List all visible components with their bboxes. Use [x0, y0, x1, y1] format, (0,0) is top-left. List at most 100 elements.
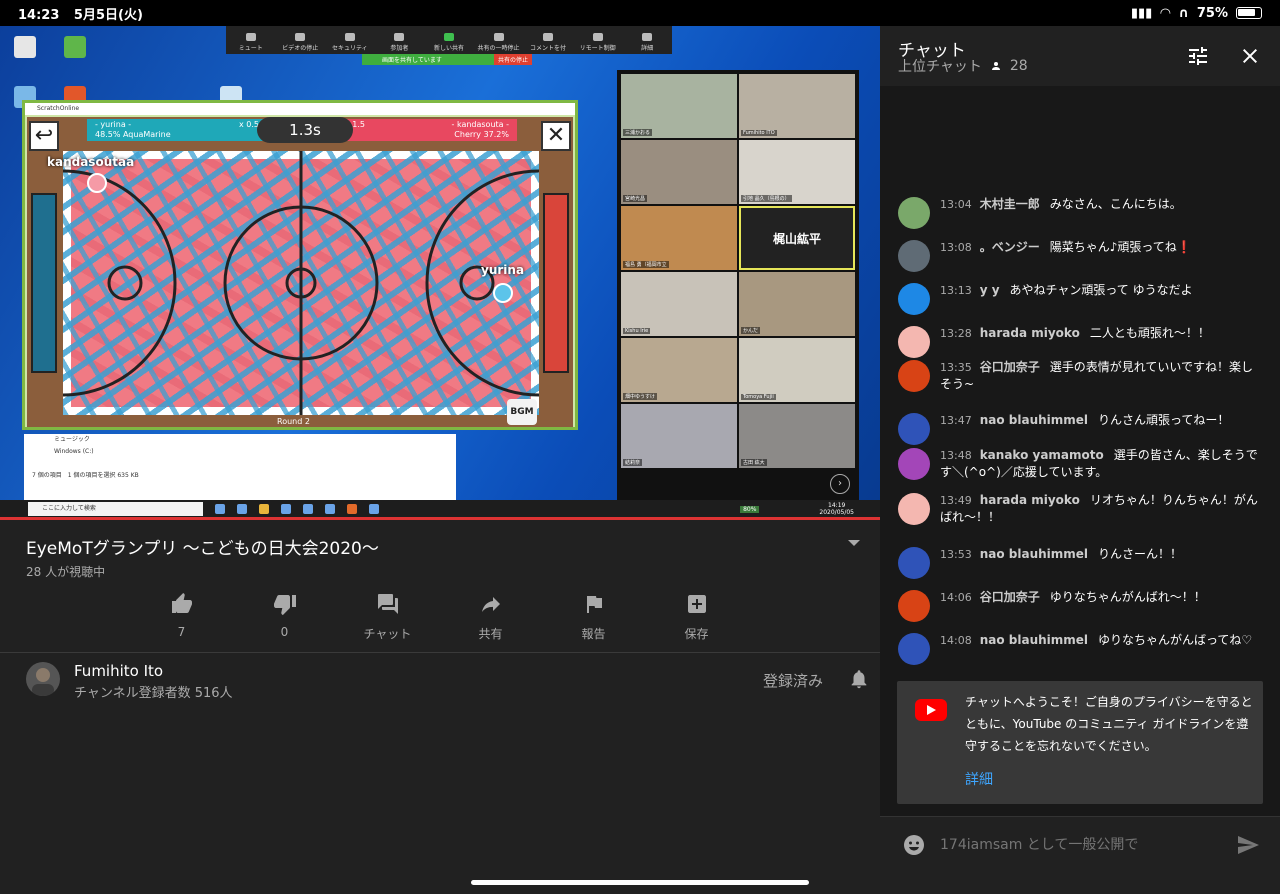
chat-message[interactable]: 13:04 木村圭一郎 みなさん、こんにちは。 — [880, 196, 1280, 229]
chat-message[interactable]: 13:47 nao blauhimmel りんさん頑張ってねー！ — [880, 412, 1280, 445]
task-view-icon[interactable] — [215, 504, 225, 514]
chat-message[interactable]: 13:35 谷口加奈子 選手の表情が見れていいですね！楽しそう~ — [880, 359, 1280, 393]
chat-label: チャット — [363, 627, 412, 641]
zoom-new-share-button[interactable]: 新しい共有 — [427, 33, 471, 52]
chat-message[interactable]: 13:48 kanako yamamoto 選手の皆さん、楽しそうです＼(^o^)／… — [880, 447, 1280, 481]
chat-mode-label: 上位チャット — [898, 59, 982, 75]
like-button[interactable]: 7 — [130, 592, 233, 642]
chat-text: 陽菜ちゃん♪頑張ってね❗ — [1049, 240, 1192, 254]
chat-input[interactable] — [940, 833, 1210, 857]
air-hockey-game[interactable]: ↩ ✕ - yurina - x 0.5 48.5% AquaMarine x 1… — [27, 117, 573, 427]
dislike-button[interactable]: 0 — [233, 592, 336, 642]
save-label: 保存 — [684, 627, 709, 641]
chat-avatar — [898, 493, 930, 525]
chat-message[interactable]: 13:28 harada miyoko 二人とも頑張れ〜！！ — [880, 325, 1280, 358]
status-right: ▮▮▮ ◠ ∩ 75% — [1131, 6, 1262, 21]
gallery-tile[interactable]: Kishu Irie — [621, 272, 737, 336]
gallery-tile[interactable]: 福島 勇（福岡市立 — [621, 206, 737, 270]
chat-button[interactable]: チャット — [336, 592, 439, 642]
save-button[interactable]: 保存 — [645, 592, 748, 642]
round-label: Round 2 — [277, 417, 310, 426]
chat-header: チャット 上位チャット 28 — [880, 26, 1280, 86]
taskbar-app-icon[interactable] — [303, 504, 313, 514]
zoom-more-button[interactable]: 詳細 — [625, 33, 669, 52]
zoom-participants-button[interactable]: 参加者 — [377, 33, 421, 52]
left-goal-meter — [31, 193, 57, 373]
taskbar-app-icon[interactable] — [347, 504, 357, 514]
chat-message[interactable]: 13:13 y y あやねチャン頑張って ゆうなだよ — [880, 282, 1280, 315]
gallery-next-button[interactable]: › — [830, 474, 850, 494]
like-count: 7 — [177, 625, 186, 639]
chat-message[interactable]: 13:08 。ベンジー 陽菜ちゃん♪頑張ってね❗ — [880, 239, 1280, 272]
channel-name[interactable]: Fumihito Ito — [74, 662, 163, 680]
filter-settings-icon[interactable] — [1186, 44, 1210, 68]
chat-avatar — [898, 326, 930, 358]
zoom-security-button[interactable]: セキュリティ — [328, 33, 372, 52]
welcome-more-link[interactable]: 詳細 — [965, 769, 993, 789]
viewer-count: 28 人が視聴中 — [26, 565, 106, 579]
chat-message[interactable]: 14:06 谷口加奈子 ゆりなちゃんがんばれ〜！！ — [880, 589, 1280, 622]
chat-avatar — [898, 240, 930, 272]
video-player[interactable]: ミュート ビデオの停止 セキュリティ 参加者 新しい共有 共有の一時停止 コメン… — [0, 26, 880, 518]
chat-text: ゆりなちゃんがんばってね♡ — [1098, 633, 1253, 647]
gallery-tile[interactable]: 畑中ゆうすけ — [621, 338, 737, 402]
chat-text: ゆりなちゃんがんばれ〜！！ — [1049, 590, 1206, 604]
windows-taskbar: ここに入力して検索 80% 14:19 2020/05/05 — [0, 500, 880, 518]
report-button[interactable]: 報告 — [542, 592, 645, 642]
explorer-item[interactable]: ミュージック — [24, 434, 456, 446]
emoji-icon[interactable] — [902, 833, 926, 857]
gallery-tile-active[interactable]: 梶山紘平 — [739, 206, 855, 270]
send-icon[interactable] — [1236, 833, 1260, 857]
bell-icon[interactable] — [848, 668, 870, 690]
chat-author: nao blauhimmel — [979, 547, 1089, 561]
chat-text: みなさん、こんにちは。 — [1049, 197, 1182, 211]
chat-avatar — [898, 413, 930, 445]
zoom-mute-button[interactable]: ミュート — [229, 33, 273, 52]
close-game-button[interactable]: ✕ — [541, 121, 571, 151]
taskbar-search[interactable]: ここに入力して検索 — [28, 502, 203, 516]
subscribed-button[interactable]: 登録済み — [763, 670, 823, 691]
gallery-tile[interactable]: かんだ — [739, 272, 855, 336]
share-button[interactable]: 共有 — [439, 592, 542, 642]
back-button[interactable]: ↩ — [29, 121, 59, 151]
more-icon — [642, 33, 653, 41]
mouse-icon — [592, 33, 603, 41]
chrome-icon[interactable] — [259, 504, 269, 514]
gallery-tile[interactable]: Tomoya Fujii — [739, 338, 855, 402]
zoom-annotate-button[interactable]: コメントを付 — [526, 33, 570, 52]
chat-author: y y — [979, 283, 1000, 297]
zoom-pause-share-button[interactable]: 共有の一時停止 — [477, 33, 521, 52]
gallery-tile[interactable]: 結莉奈 — [621, 404, 737, 468]
gallery-tile[interactable]: Fumihito ITO — [739, 74, 855, 138]
explorer-item[interactable]: Windows (C:) — [24, 446, 456, 458]
chat-message[interactable]: 14:08 nao blauhimmel ゆりなちゃんがんばってね♡ — [880, 632, 1280, 665]
gallery-tile[interactable]: 宮崎光昌 — [621, 140, 737, 204]
chat-message[interactable]: 13:53 nao blauhimmel りんさーん！！ — [880, 546, 1280, 579]
chat-avatar — [898, 360, 930, 392]
chat-message[interactable]: 13:49 harada miyoko リオちゃん！りんちゃん！がんばれ〜！！ — [880, 492, 1280, 526]
taskbar-app-icon[interactable] — [281, 504, 291, 514]
gallery-tile[interactable]: 古田 紘大 — [739, 404, 855, 468]
game-timer: 1.3s — [257, 117, 353, 143]
gallery-tile[interactable]: 引地 晶久（島根の） — [739, 140, 855, 204]
zoom-taskbar-icon[interactable] — [325, 504, 335, 514]
bgm-button[interactable]: BGM — [507, 399, 537, 425]
zoom-remote-control-button[interactable]: リモート制御 — [576, 33, 620, 52]
taskbar-app-icon[interactable] — [369, 504, 379, 514]
chat-author: 谷口加奈子 — [979, 360, 1040, 374]
channel-avatar[interactable] — [26, 662, 60, 696]
chat-mode-selector[interactable]: 上位チャット 28 — [898, 56, 1028, 76]
status-time: 14:23 — [18, 7, 60, 23]
game-field — [63, 151, 539, 415]
home-indicator[interactable] — [471, 880, 809, 885]
headphones-icon: ∩ — [1178, 5, 1189, 21]
zoom-video-button[interactable]: ビデオの停止 — [278, 33, 322, 52]
gallery-tile[interactable]: 三浦かおる — [621, 74, 737, 138]
close-icon[interactable] — [1238, 44, 1262, 68]
stop-share-button[interactable]: 共有の停止 — [493, 54, 532, 65]
taskbar-app-icon[interactable] — [237, 504, 247, 514]
chat-input-area — [880, 816, 1280, 894]
expand-description-icon[interactable] — [848, 540, 860, 546]
chat-avatar — [898, 633, 930, 665]
video-title: EyeMoTグランプリ 〜こどもの日大会2020〜 — [26, 539, 379, 559]
